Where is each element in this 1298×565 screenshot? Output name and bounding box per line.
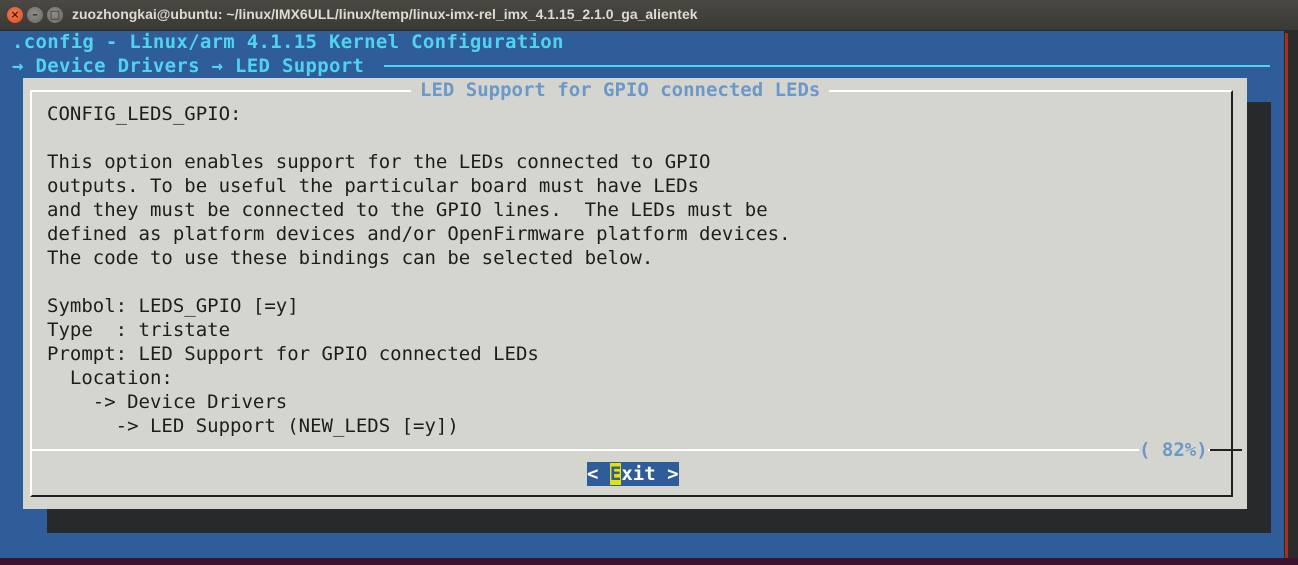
help-text-line: and they must be connected to the GPIO l… [47,199,768,221]
window-title: zuozhongkai@ubuntu: ~/linux/IMX6ULL/linu… [72,6,698,22]
symbol-line: Symbol: LEDS_GPIO [=y] [47,295,299,317]
location-label: Location: [47,367,173,389]
help-text-line: This option enables support for the LEDs… [47,151,711,173]
dialog-title: LED Support for GPIO connected LEDs [411,78,830,102]
help-text-line: CONFIG_LEDS_GPIO: [47,103,242,125]
terminal-scrollbar[interactable] [1284,31,1298,565]
exit-hotkey: E [609,463,622,485]
scrollbar-thumb[interactable] [1285,33,1288,561]
help-text-line: defined as platform devices and/or OpenF… [47,223,791,245]
breadcrumb-rule [384,65,1270,67]
minimize-window-button[interactable]: – [27,7,43,23]
help-text-line: outputs. To be useful the particular boa… [47,175,700,197]
button-separator [32,449,1242,451]
exit-button[interactable]: < Exit > [587,462,679,486]
exit-button-prefix: < [587,463,610,485]
button-separator-shade [1210,449,1242,451]
type-line: Type : tristate [47,319,231,341]
maximize-window-button[interactable]: □ [47,7,63,23]
menuconfig-header: .config - Linux/arm 4.1.15 Kernel Config… [12,31,564,53]
prompt-line: Prompt: LED Support for GPIO connected L… [47,343,539,365]
window-bottom-edge [0,558,1298,565]
window-titlebar[interactable]: × – □ zuozhongkai@ubuntu: ~/linux/IMX6UL… [0,0,1298,31]
close-window-button[interactable]: × [7,7,23,23]
exit-button-rest: xit > [621,463,679,485]
help-dialog: LED Support for GPIO connected LEDs CONF… [23,78,1247,509]
help-text-line: The code to use these bindings can be se… [47,247,654,269]
scroll-percentage: ( 82%) [1139,438,1208,462]
location-path-line: -> LED Support (NEW_LEDS [=y]) [47,415,459,437]
location-path-line: -> Device Drivers [47,391,288,413]
breadcrumb: → Device Drivers → LED Support [12,55,365,77]
